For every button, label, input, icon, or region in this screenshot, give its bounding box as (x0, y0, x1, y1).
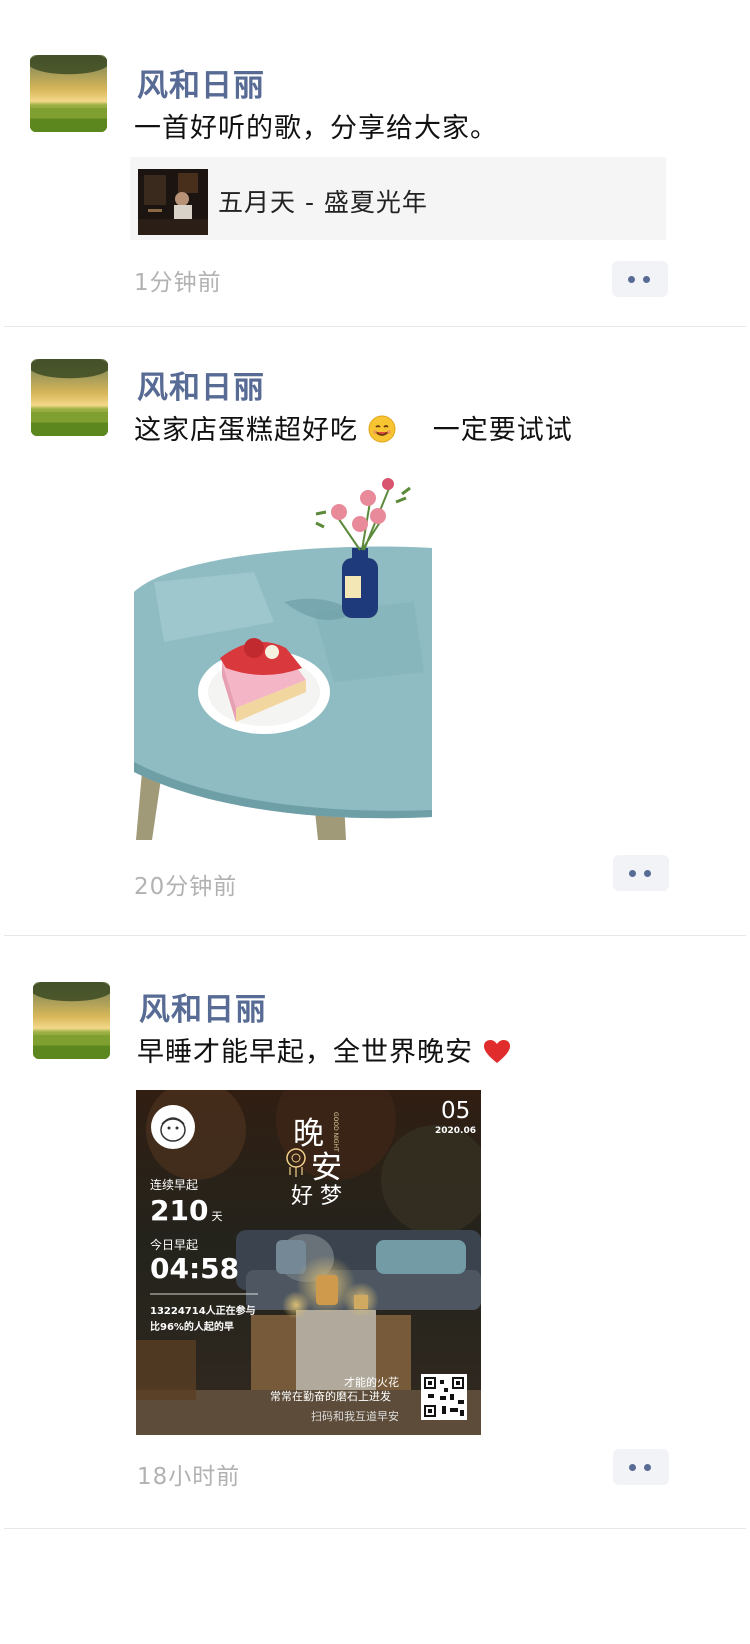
author-name[interactable]: 风和日丽 (137, 60, 265, 105)
streak-number: 210 (150, 1194, 209, 1227)
album-cover (138, 169, 208, 235)
today-label: 今日早起 (150, 1238, 199, 1252)
post-text-part: 这家店蛋糕超好吃 (134, 415, 358, 446)
streak-label: 连续早起 (150, 1178, 199, 1192)
dot-icon (643, 276, 650, 283)
card-month: 2020.06 (435, 1126, 476, 1136)
post-text: 一首好听的歌，分享给大家。 (134, 113, 498, 144)
quote-line: 常常在勤奋的磨石上进发 (270, 1390, 391, 1403)
post-text: 早睡才能早起，全世界晚安 (137, 1030, 511, 1072)
dot-icon (644, 1464, 651, 1471)
avatar[interactable] (30, 55, 107, 132)
stat-line: 13224714人正在参与 (150, 1306, 256, 1317)
moment-post: 风和日丽 这家店蛋糕超好吃 一定要试试 20分钟前 (0, 327, 750, 935)
red-heart-icon (483, 1039, 511, 1072)
today-value: 04:58 (150, 1252, 240, 1285)
dot-icon (628, 276, 635, 283)
moment-post: 风和日丽 早睡才能早起，全世界晚安 05 2020.06 晚 安 好 梦 GOO… (0, 936, 750, 1531)
dot-icon (644, 870, 651, 877)
post-text-part: 早睡才能早起，全世界晚安 (137, 1037, 473, 1068)
music-share-card[interactable]: 五月天 - 盛夏光年 (130, 157, 666, 240)
more-button[interactable] (613, 855, 669, 891)
streak-unit: 天 (211, 1210, 223, 1223)
card-good-night: GOOD NIGHT (332, 1112, 339, 1152)
post-time: 1分钟前 (134, 270, 222, 296)
more-button[interactable] (613, 1449, 669, 1485)
smiling-face-icon (368, 415, 396, 450)
post-time: 18小时前 (137, 1464, 241, 1490)
scan-hint: 扫码和我互道早安 (311, 1410, 399, 1423)
post-text: 这家店蛋糕超好吃 一定要试试 (134, 408, 573, 450)
music-title: 五月天 - 盛夏光年 (218, 188, 428, 217)
avatar[interactable] (33, 982, 110, 1059)
avatar[interactable] (31, 359, 108, 436)
more-button[interactable] (612, 261, 668, 297)
post-time: 20分钟前 (134, 874, 238, 900)
card-day: 05 (441, 1098, 471, 1124)
stat-line: 比96%的人起的早 (150, 1322, 234, 1333)
streak-value: 210 天 (150, 1194, 222, 1227)
author-name[interactable]: 风和日丽 (139, 984, 267, 1029)
post-text-part: 一定要试试 (432, 415, 573, 446)
author-name[interactable]: 风和日丽 (137, 362, 265, 407)
card-subtitle: 好 梦 (291, 1184, 342, 1209)
dot-icon (629, 1464, 636, 1471)
post-image[interactable] (134, 472, 432, 840)
dot-icon (629, 870, 636, 877)
divider (4, 1528, 746, 1529)
moment-post: 风和日丽 一首好听的歌，分享给大家。 五月天 - 盛夏光年 1分钟前 (0, 0, 750, 326)
post-image[interactable]: 05 2020.06 晚 安 好 梦 GOOD NIGHT 连续早起 210 天 … (136, 1090, 481, 1435)
